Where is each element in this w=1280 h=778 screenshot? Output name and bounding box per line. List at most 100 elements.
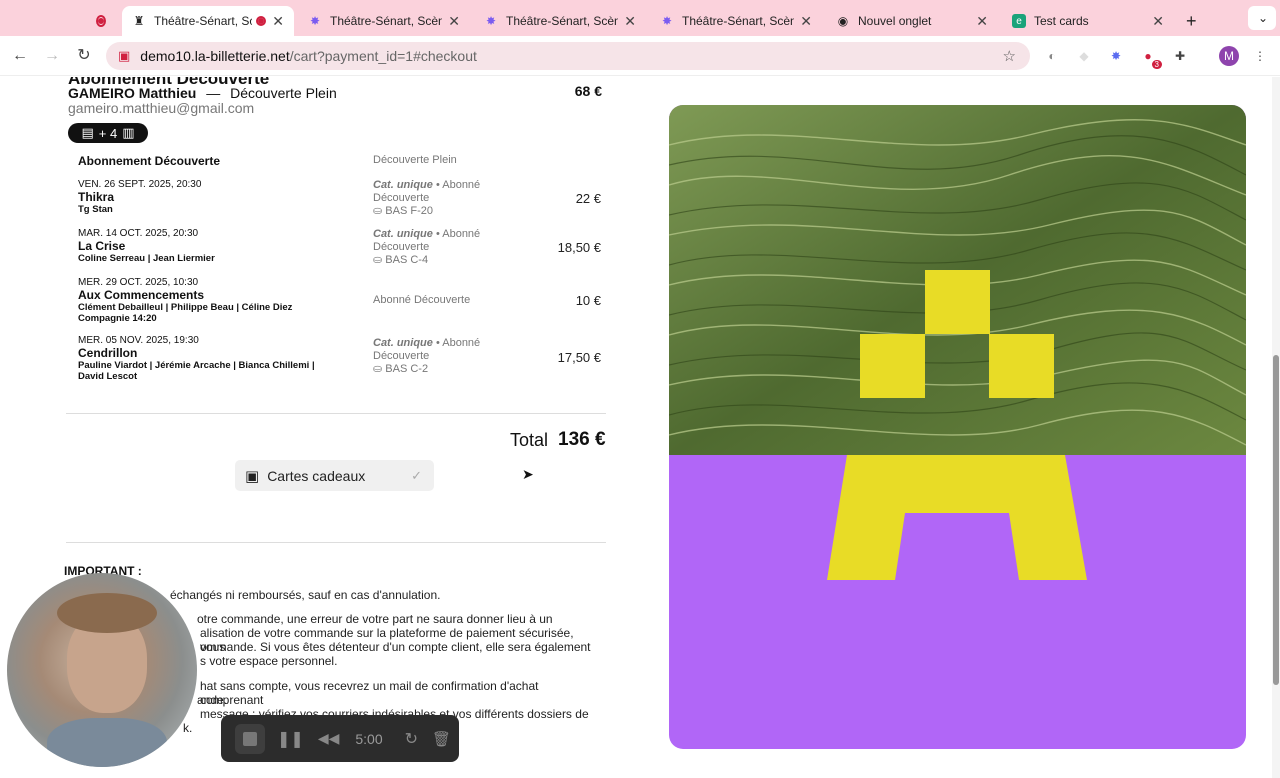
check-icon: ✓ (411, 467, 422, 483)
important-line: otre commande, une erreur de votre part … (197, 612, 553, 626)
scroll-thumb[interactable] (1273, 355, 1279, 685)
chevron-down-icon: ⌄ (1258, 11, 1269, 25)
item-name: Thikra (78, 190, 115, 204)
tab-search-button[interactable]: ⌄ (1248, 6, 1276, 30)
item-date: MAR. 14 OCT. 2025, 20:30 (78, 228, 199, 239)
logo-arch (827, 455, 1087, 580)
cart-item: MER. 05 NOV. 2025, 19:30 Cendrillon Paul… (78, 335, 603, 385)
item-date: MER. 05 NOV. 2025, 19:30 (78, 335, 199, 346)
important-line: ande. (197, 693, 228, 707)
menu-icon[interactable]: ⋮ (1250, 46, 1270, 66)
chrome-icon: ◉ (837, 14, 849, 28)
item-artists: Coline Serreau | Jean Liermier (78, 253, 215, 264)
new-tab-button[interactable]: + (1176, 6, 1204, 36)
url-path: /cart?payment_id=1#checkout (289, 48, 477, 64)
ticket-icon: ▥ (122, 125, 135, 140)
tab-title: Théâtre-Sénart, Scène (682, 14, 795, 28)
holder-email: gameiro.matthieu@gmail.com (68, 100, 255, 116)
item-cat: Cat. unique (373, 228, 433, 240)
webcam-overlay (7, 573, 197, 767)
extension-icon[interactable]: ◐ (1042, 46, 1062, 66)
cart-item: MER. 29 OCT. 2025, 10:30 Aux Commencemen… (78, 277, 603, 327)
cart-item: MAR. 14 OCT. 2025, 20:30 La Crise Coline… (78, 228, 603, 268)
extension-badge-icon[interactable]: ● 3 (1138, 46, 1162, 69)
item-cat: Cat. unique (373, 337, 433, 349)
rewind-icon[interactable]: ◀◀ (318, 730, 340, 747)
item-category: Cat. unique • Abonné Découverte ⛀ BAS C-2 (373, 337, 503, 376)
reload-button[interactable]: ↻ (74, 46, 94, 66)
divider (66, 413, 606, 414)
trash-icon[interactable]: 🗑 (432, 730, 451, 748)
shirt-shape (47, 718, 167, 767)
arrow-left-icon: ← (12, 47, 28, 64)
arrow-right-icon: → (44, 47, 60, 64)
extension-icon[interactable]: ✸ (1106, 46, 1126, 66)
holder-name: GAMEIRO Matthieu (68, 85, 197, 101)
tab-theatre-active[interactable]: ♜ Théâtre-Sénart, Sc ✕ (122, 6, 294, 36)
close-icon[interactable]: ✕ (1152, 13, 1164, 30)
close-icon[interactable]: ✕ (800, 13, 812, 30)
seat-icon: ⛀ (373, 205, 383, 217)
forward-button[interactable]: → (42, 46, 62, 66)
item-name: Cendrillon (78, 346, 138, 360)
tab-theatre-4[interactable]: ✸ Théâtre-Sénart, Scène ✕ (650, 6, 822, 36)
important-line: s votre espace personnel. (200, 654, 338, 668)
cart-item: VEN. 26 SEPT. 2025, 20:30 Thikra Tg Stan… (78, 179, 603, 219)
tab-test-cards[interactable]: e Test cards ✕ (1002, 6, 1174, 36)
puzzle-icon[interactable]: ✚ (1170, 46, 1190, 66)
stop-button[interactable] (235, 723, 265, 754)
tab-theatre-2[interactable]: ✸ Théâtre-Sénart, Scène ✕ (298, 6, 470, 36)
browser-toolbar: ← → ↻ ▣ demo10.la-billetterie.net/cart?p… (0, 36, 1280, 76)
recording-tab[interactable] (86, 6, 116, 36)
item-name: La Crise (78, 239, 126, 253)
important-line: ommande. Si vous êtes détenteur d'un com… (200, 640, 591, 654)
close-icon[interactable]: ✕ (624, 13, 636, 30)
tab-theatre-3[interactable]: ✸ Théâtre-Sénart, Scène ✕ (474, 6, 646, 36)
pause-icon[interactable]: ❚❚ (277, 729, 304, 749)
flower-icon: ✸ (661, 14, 673, 28)
item-seat: BAS F-20 (385, 205, 433, 217)
item-seat: BAS C-2 (385, 363, 429, 375)
tab-title: Théâtre-Sénart, Sc (154, 14, 253, 28)
sub-heading: Abonnement Découverte (78, 154, 221, 168)
url-host: demo10.la-billetterie.net (140, 48, 290, 64)
seat-icon: ⛀ (373, 254, 383, 266)
back-button[interactable]: ← (10, 46, 30, 66)
tab-title: Théâtre-Sénart, Scène (506, 14, 619, 28)
recording-controls: ❚❚ ◀◀ 5:00 ↻ 🗑 (221, 715, 459, 762)
total-label: Total (510, 430, 549, 450)
close-icon[interactable]: ✕ (976, 13, 988, 30)
camera-icon: ▣ (118, 48, 131, 63)
giftcard-label: Cartes cadeaux (267, 467, 366, 484)
star-icon[interactable]: ☆ (1003, 47, 1016, 65)
item-artists: Pauline Viardot | Jérémie Arcache | Bian… (78, 360, 315, 382)
flower-icon: ✸ (309, 14, 321, 28)
tab-new[interactable]: ◉ Nouvel onglet ✕ (826, 6, 998, 36)
important-line: échangés ni remboursés, sauf en cas d'an… (170, 588, 441, 602)
avatar[interactable]: M (1219, 46, 1239, 66)
item-price: 22 € (575, 191, 601, 206)
item-category: Cat. unique • Abonné Découverte ⛀ BAS F-2… (373, 179, 503, 218)
page-content: Abonnement Découverte GAMEIRO Matthieu —… (0, 77, 1272, 778)
subscription-price: 68 € (574, 83, 602, 99)
restart-icon[interactable]: ↻ (405, 729, 418, 749)
item-seat: BAS C-4 (385, 254, 429, 266)
logo-block (925, 270, 990, 334)
gift-icon: ▣ (245, 467, 260, 485)
giftcard-button[interactable]: ▣ Cartes cadeaux ✓ (235, 460, 434, 491)
extension-icon[interactable]: ◆ (1074, 46, 1094, 66)
ticket-count-pill: ▤ + 4 ▥ (68, 123, 148, 143)
reload-icon: ↻ (77, 47, 91, 64)
logo-block (860, 334, 925, 398)
record-icon (256, 16, 267, 26)
item-artists: Tg Stan (78, 204, 113, 215)
test-cards-icon: e (1012, 14, 1026, 28)
address-bar[interactable]: ▣ demo10.la-billetterie.net/cart?payment… (106, 42, 1030, 70)
close-icon[interactable]: ✕ (448, 13, 460, 30)
tab-bar: ♜ Théâtre-Sénart, Sc ✕ ✸ Théâtre-Sénart,… (0, 0, 1280, 36)
item-date: MER. 29 OCT. 2025, 10:30 (78, 277, 199, 288)
item-price: 10 € (575, 293, 601, 308)
close-icon[interactable]: ✕ (272, 13, 284, 30)
recording-timer: 5:00 (355, 730, 383, 747)
sub-category: Découverte Plein (373, 154, 457, 166)
